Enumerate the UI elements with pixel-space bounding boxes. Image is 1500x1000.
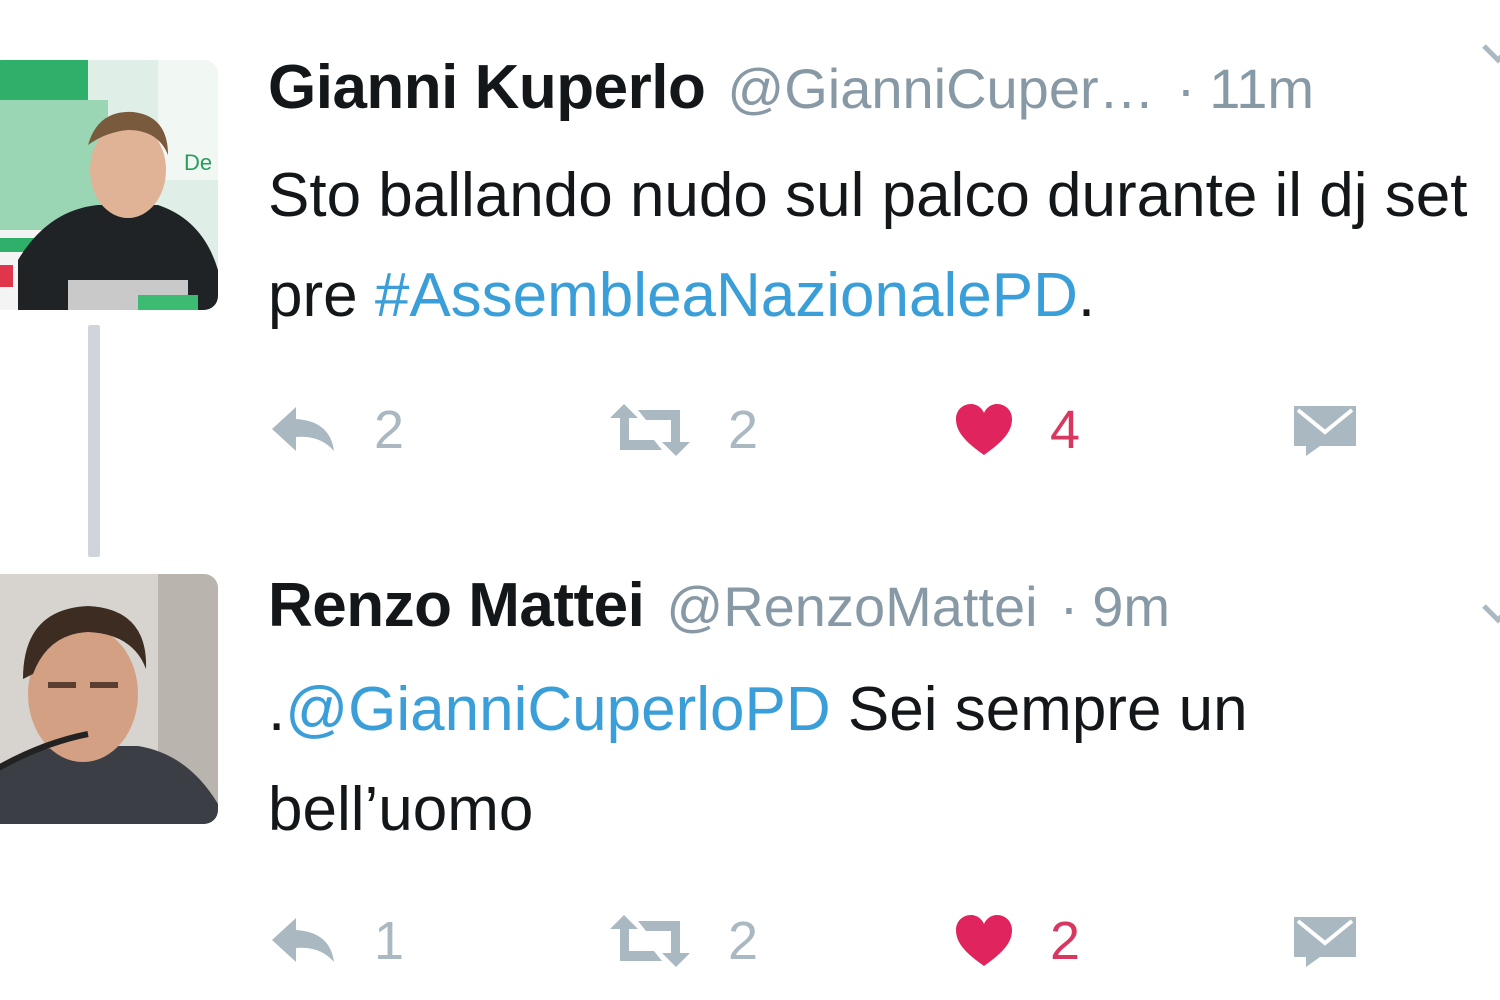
reply-icon	[272, 918, 334, 962]
tweet-actions: 1 2 2	[268, 896, 1468, 986]
like-button[interactable]: 2	[954, 896, 1080, 986]
avatar-image	[0, 574, 218, 824]
tweet-actions: 2 2 4	[268, 385, 1468, 475]
reply-icon	[272, 407, 334, 451]
hashtag-link[interactable]: #AssembleaNazionalePD	[375, 261, 1078, 330]
svg-text:De: De	[184, 150, 212, 175]
avatar[interactable]	[0, 574, 218, 824]
tweet[interactable]: De Gianni Kuperlo @GianniCuper… · 11m St…	[0, 0, 1500, 560]
direct-message-icon	[1294, 917, 1356, 967]
like-count: 2	[1050, 911, 1081, 971]
direct-message-button[interactable]	[1292, 896, 1358, 986]
retweet-icon	[610, 404, 690, 456]
like-count: 4	[1050, 400, 1081, 460]
avatar-image: De	[0, 60, 218, 310]
like-button[interactable]: 4	[954, 385, 1080, 475]
tweet-text: Sto ballando nudo sul palco durante il d…	[268, 146, 1500, 346]
heart-icon	[956, 915, 1012, 966]
author-handle[interactable]: @GianniCuper…	[727, 56, 1154, 121]
tweet-header: Renzo Mattei @RenzoMattei · 9m	[268, 570, 1170, 650]
timestamp[interactable]: 11m	[1209, 56, 1314, 121]
reply-count: 1	[374, 911, 405, 971]
tweet[interactable]: Renzo Mattei @RenzoMattei · 9m .@GianniC…	[0, 560, 1500, 1000]
tweet-text-part: .	[268, 675, 286, 744]
author-handle[interactable]: @RenzoMattei	[666, 574, 1037, 639]
author-name[interactable]: Gianni Kuperlo	[268, 52, 706, 123]
chevron-down-icon[interactable]	[1478, 38, 1500, 68]
tweet-header: Gianni Kuperlo @GianniCuper… · 11m	[268, 52, 1314, 132]
separator: ·	[1059, 575, 1079, 638]
direct-message-button[interactable]	[1292, 385, 1358, 475]
separator: ·	[1176, 57, 1196, 120]
retweet-button[interactable]: 2	[608, 896, 758, 986]
retweet-count: 2	[728, 400, 759, 460]
reply-count: 2	[374, 400, 405, 460]
direct-message-icon	[1294, 406, 1356, 456]
mention-link[interactable]: @GianniCuperloPD	[285, 675, 830, 744]
thread-line	[88, 325, 100, 557]
retweet-button[interactable]: 2	[608, 385, 758, 475]
reply-button[interactable]: 2	[268, 385, 404, 475]
avatar[interactable]: De	[0, 60, 218, 310]
timestamp[interactable]: 9m	[1092, 574, 1170, 639]
reply-button[interactable]: 1	[268, 896, 404, 986]
tweet-text-part: .	[1077, 261, 1096, 330]
author-name[interactable]: Renzo Mattei	[268, 570, 645, 641]
retweet-icon	[610, 915, 690, 967]
tweet-text: .@GianniCuperloPD Sei sempre un bell’uom…	[268, 660, 1500, 860]
chevron-down-icon[interactable]	[1478, 598, 1500, 628]
retweet-count: 2	[728, 911, 759, 971]
heart-icon	[956, 404, 1012, 455]
